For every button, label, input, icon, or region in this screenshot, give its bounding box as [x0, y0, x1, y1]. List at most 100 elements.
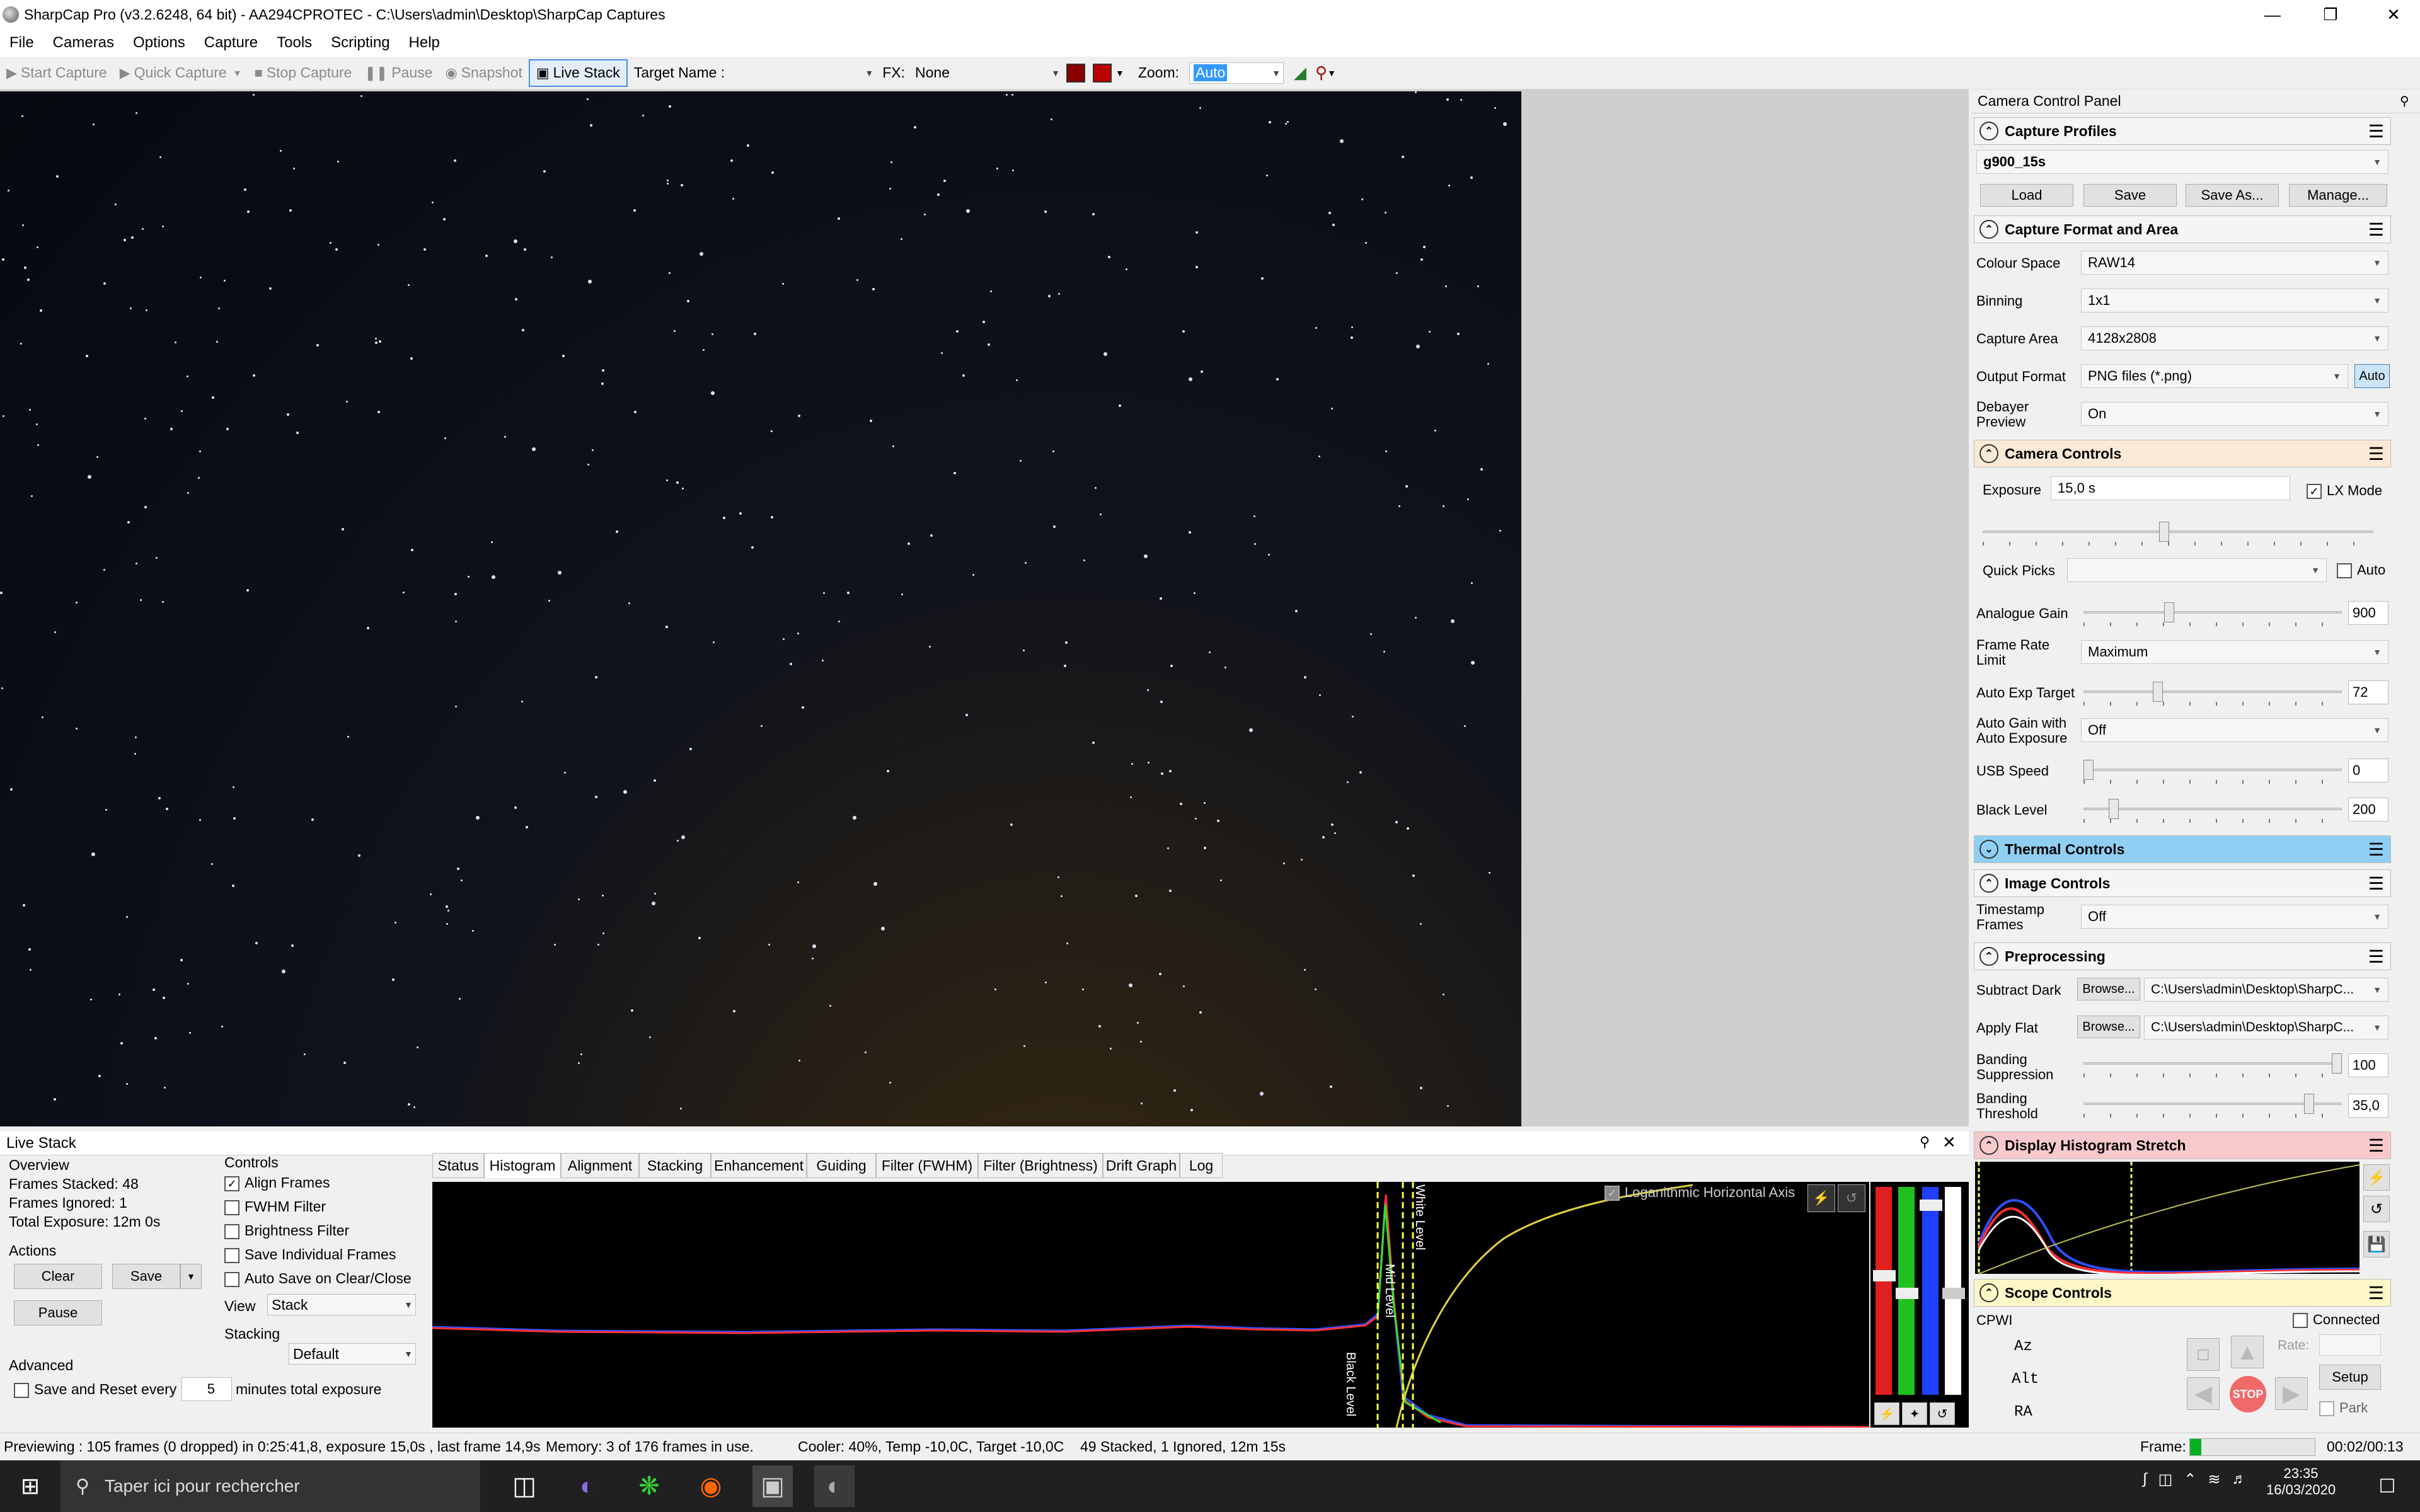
- histogram-icon[interactable]: ◢: [1294, 63, 1306, 83]
- auto-stretch-icon[interactable]: ⚡: [1807, 1184, 1835, 1212]
- tab-filter-brightness[interactable]: Filter (Brightness): [978, 1153, 1103, 1178]
- camera-controls-header[interactable]: ⌃ Camera Controls ☰: [1974, 440, 2391, 467]
- save-reset-checkbox[interactable]: Save and Reset every: [14, 1381, 176, 1398]
- capture-area-select[interactable]: 4128x2808 ▼: [2081, 326, 2388, 350]
- stop-slew-button[interactable]: STOP: [2230, 1376, 2266, 1412]
- analogue-gain-value[interactable]: 900: [2348, 601, 2388, 625]
- star-icon[interactable]: ✦: [1902, 1402, 1927, 1425]
- capture-format-header[interactable]: ⌃ Capture Format and Area ☰: [1974, 215, 2391, 243]
- snapshot-button[interactable]: ◉ Snapshot: [439, 59, 528, 87]
- menu-scripting[interactable]: Scripting: [321, 34, 399, 52]
- banding-suppression-value[interactable]: 100: [2348, 1053, 2388, 1077]
- rate-select[interactable]: [2319, 1334, 2381, 1356]
- subtract-dark-path-select[interactable]: C:\Users\admin\Desktop\SharpC... ▼: [2144, 978, 2388, 1002]
- slew-left-arrow-icon[interactable]: ◀: [2187, 1377, 2220, 1410]
- tab-drift-graph[interactable]: Drift Graph: [1103, 1153, 1180, 1178]
- colour-space-select[interactable]: RAW14 ▼: [2081, 251, 2388, 275]
- dropdown-arrow-icon[interactable]: ▼: [1115, 68, 1124, 78]
- view-select[interactable]: Stack ▼: [267, 1294, 416, 1315]
- clock[interactable]: 23:35 16/03/2020: [2266, 1465, 2336, 1498]
- capture-profile-select[interactable]: g900_15s ▼: [1976, 150, 2388, 174]
- fx-select[interactable]: None ▼: [911, 62, 1063, 84]
- security-icon[interactable]: ◫: [2158, 1470, 2173, 1489]
- frame-rate-select[interactable]: Maximum ▼: [2081, 640, 2388, 664]
- usb-speed-value[interactable]: 0: [2348, 759, 2388, 782]
- auto-exp-target-slider[interactable]: [2083, 680, 2342, 706]
- tab-alignment[interactable]: Alignment: [561, 1153, 639, 1178]
- notifications-icon[interactable]: ☐: [2367, 1465, 2407, 1507]
- exposure-slider[interactable]: [1983, 520, 2373, 546]
- red-level-bar[interactable]: [1876, 1187, 1892, 1395]
- blue-level-bar[interactable]: [1922, 1187, 1939, 1395]
- clear-stack-button[interactable]: Clear: [14, 1264, 102, 1289]
- thermal-controls-header[interactable]: ⌄ Thermal Controls ☰: [1974, 835, 2391, 863]
- slew-right-arrow-icon[interactable]: ▶: [2275, 1377, 2308, 1410]
- exposure-input[interactable]: 15,0 s: [2051, 476, 2290, 500]
- histogram-stretch-graph[interactable]: [1975, 1162, 2360, 1276]
- banding-threshold-value[interactable]: 35,0: [2348, 1094, 2388, 1118]
- sharpcap-taskbar-icon[interactable]: ◐: [814, 1465, 855, 1507]
- save-individual-frames-checkbox[interactable]: Save Individual Frames: [224, 1246, 396, 1263]
- banding-threshold-slider[interactable]: [2083, 1092, 2342, 1118]
- menu-tools[interactable]: Tools: [267, 34, 321, 52]
- stellarium-icon[interactable]: ◐: [567, 1465, 608, 1507]
- target-name-combo[interactable]: ▼: [731, 62, 876, 84]
- wifi-icon[interactable]: ≋: [2208, 1470, 2220, 1489]
- subtract-dark-browse-button[interactable]: Browse...: [2077, 978, 2140, 1000]
- menu-file[interactable]: File: [0, 34, 43, 52]
- volume-icon[interactable]: ♬: [2232, 1470, 2247, 1489]
- usb-speed-slider[interactable]: [2083, 759, 2342, 784]
- load-profile-button[interactable]: Load: [1980, 184, 2073, 207]
- slew-nw-icon[interactable]: □: [2187, 1338, 2220, 1371]
- scope-setup-button[interactable]: Setup: [2319, 1365, 2381, 1390]
- red-cross-icon[interactable]: [1092, 63, 1112, 83]
- pin-icon[interactable]: ⚲: [1920, 1134, 1930, 1150]
- save-as-profile-button[interactable]: Save As...: [2186, 184, 2279, 207]
- pin-icon[interactable]: ⚲: [2400, 93, 2409, 109]
- live-stack-button[interactable]: ▣ Live Stack: [528, 59, 628, 87]
- tab-guiding[interactable]: Guiding: [807, 1153, 876, 1178]
- slew-up-arrow-icon[interactable]: ▲: [2231, 1336, 2264, 1368]
- debayer-preview-select[interactable]: On ▼: [2081, 402, 2388, 426]
- output-format-auto-button[interactable]: Auto: [2354, 364, 2390, 388]
- output-format-select[interactable]: PNG files (*.png) ▼: [2081, 364, 2348, 388]
- manage-profiles-button[interactable]: Manage...: [2289, 184, 2387, 207]
- pause-button[interactable]: ❚❚ Pause: [358, 59, 439, 87]
- color-red-icon[interactable]: [1066, 63, 1085, 83]
- histogram-stretch-header[interactable]: ⌃ Display Histogram Stretch ☰: [1974, 1131, 2391, 1159]
- stacking-select[interactable]: Default ▼: [289, 1343, 416, 1365]
- auto-stretch-icon[interactable]: ⚡: [2363, 1164, 2390, 1191]
- fwhm-filter-checkbox[interactable]: FWHM Filter: [224, 1198, 326, 1215]
- auto-save-checkbox[interactable]: Auto Save on Clear/Close: [224, 1270, 412, 1287]
- tab-enhancement[interactable]: Enhancement: [711, 1153, 807, 1178]
- close-panel-icon[interactable]: ✕: [1942, 1133, 1956, 1152]
- reset-stretch-icon[interactable]: ↺: [1838, 1184, 1865, 1212]
- task-view-icon[interactable]: ◫: [504, 1465, 544, 1507]
- save-stretch-icon[interactable]: 💾: [2363, 1231, 2390, 1257]
- restore-button[interactable]: ❐: [2294, 0, 2367, 29]
- save-stack-button[interactable]: Save: [112, 1264, 180, 1289]
- level-sliders[interactable]: ⚡ ✦ ↺: [1870, 1182, 1969, 1428]
- image-controls-header[interactable]: ⌃ Image Controls ☰: [1974, 869, 2391, 897]
- menu-cameras[interactable]: Cameras: [43, 34, 124, 52]
- park-checkbox[interactable]: Park: [2319, 1400, 2368, 1417]
- red-level-thumb[interactable]: [1873, 1270, 1896, 1281]
- taskbar-search-box[interactable]: ⚲ Taper ici pour rechercher: [60, 1460, 480, 1512]
- bluetooth-icon[interactable]: ∫: [2143, 1470, 2147, 1489]
- save-options-dropdown[interactable]: ▼: [180, 1264, 202, 1289]
- chevron-up-icon[interactable]: ⌃: [2184, 1470, 2196, 1489]
- taskbar-app-icon[interactable]: ▣: [752, 1465, 793, 1507]
- align-frames-checkbox[interactable]: ✓ Align Frames: [224, 1174, 330, 1191]
- green-level-thumb[interactable]: [1896, 1288, 1918, 1299]
- tab-status[interactable]: Status: [432, 1153, 484, 1178]
- reset-stretch-icon[interactable]: ↺: [2363, 1196, 2390, 1222]
- connected-checkbox[interactable]: Connected: [2293, 1312, 2380, 1329]
- dropdown-arrow-icon[interactable]: ▼: [1327, 68, 1336, 78]
- auto-level-icon[interactable]: ⚡: [1874, 1402, 1899, 1425]
- apply-flat-path-select[interactable]: C:\Users\admin\Desktop\SharpC... ▼: [2144, 1016, 2388, 1040]
- tab-stacking[interactable]: Stacking: [639, 1153, 711, 1178]
- reset-level-icon[interactable]: ↺: [1930, 1402, 1955, 1425]
- tab-histogram[interactable]: Histogram: [484, 1153, 561, 1178]
- quick-picks-select[interactable]: ▼: [2067, 558, 2327, 582]
- start-capture-button[interactable]: ▶ Start Capture: [0, 59, 113, 87]
